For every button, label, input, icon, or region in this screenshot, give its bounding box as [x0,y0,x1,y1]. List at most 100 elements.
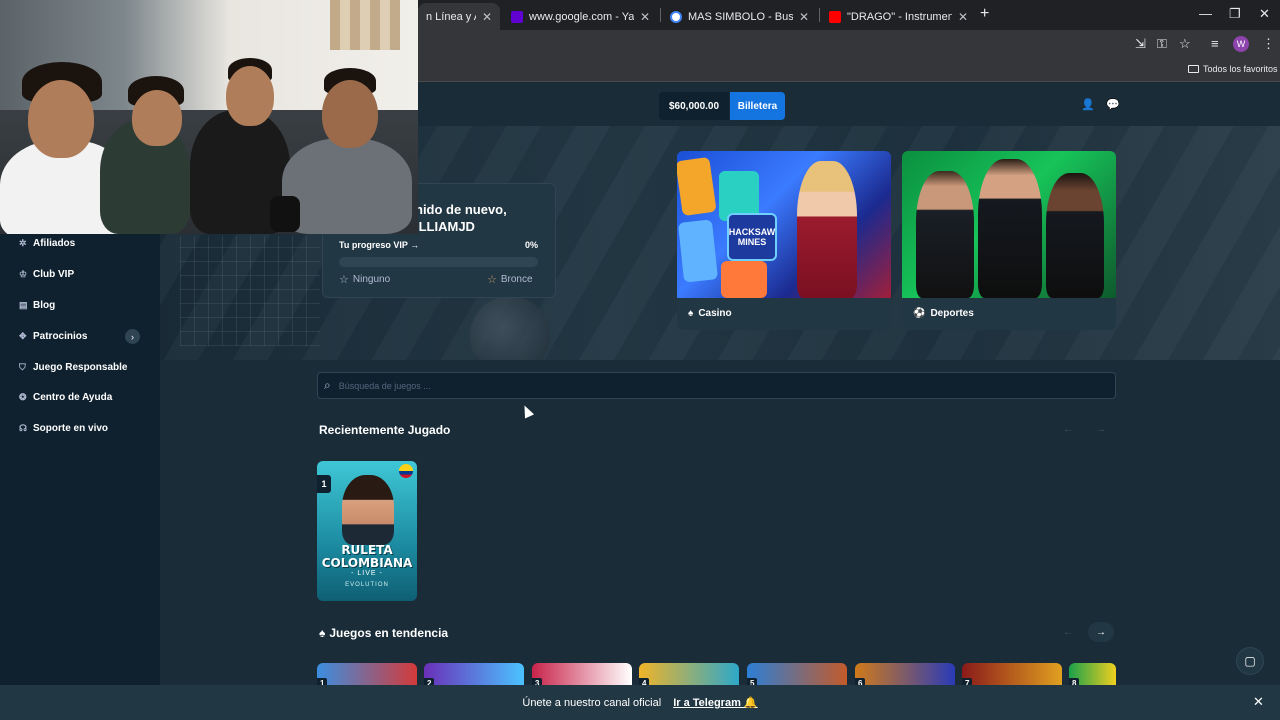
affiliate-icon: ✲ [19,238,27,248]
sponsor-icon: ✥ [19,331,27,341]
recent-game-card[interactable] [317,461,417,601]
trending-game-card[interactable] [962,663,1062,685]
vip-progress-percent: 0% [525,240,539,250]
hacksaw-mines-tile: HACKSAW MINES [727,213,777,261]
close-icon[interactable]: ✕ [640,10,650,24]
athlete-figure [978,159,1042,298]
window-close-icon[interactable]: ✕ [1259,6,1270,22]
tab-stake[interactable]: n Línea y Apues ✕ [418,3,500,30]
minimize-icon[interactable]: — [1199,6,1212,21]
webcam-overlay [0,0,418,234]
profile-avatar[interactable]: W [1233,36,1249,52]
star-bronze-icon: ☆ [487,274,497,286]
restore-icon[interactable]: ❐ [1229,6,1241,22]
casino-card-icon: ♠ [319,626,326,640]
recent-section-title: Recientemente Jugado [319,423,451,437]
mouse-cursor [519,403,535,419]
tab-yahoo[interactable]: www.google.com - Yahoo Searc ✕ [503,3,658,30]
close-icon[interactable]: ✕ [482,10,492,24]
username: ILLIAMJD [415,219,475,234]
blog-icon: ▤ [19,300,28,310]
game-title: RULETA COLOMBIANA [317,544,417,570]
sidebar-item-blog[interactable]: ▤ Blog [19,300,55,311]
telegram-banner: Únete a nuestro canal oficial Ir a Teleg… [0,685,1280,720]
folder-icon [1188,65,1199,73]
user-icon[interactable]: 👤 [1081,98,1095,111]
colombia-flag-icon [399,464,413,478]
sidebar-item-responsible-gaming[interactable]: ⛉ Juego Responsable [19,362,127,373]
tab-title: "DRAGO" - Instrumental Drill ty [847,10,952,23]
bookmark-star-icon[interactable]: ☆ [1179,36,1191,52]
password-key-icon[interactable]: ⚿ [1157,36,1167,52]
casino-art: HACKSAW MINES [677,151,891,298]
vip-next-level-label: Bronce [500,274,533,285]
sidebar-item-label: Blog [33,300,56,311]
shield-icon: ⛉ [19,362,26,372]
help-icon: ❂ [19,392,27,402]
star-outline-icon: ☆ [339,274,349,286]
search-input[interactable] [338,380,1039,391]
casino-label-text: Casino [698,308,732,319]
tab-title: n Línea y Apues [426,10,476,23]
casino-category-card[interactable]: HACKSAW MINES ♠ Casino [677,151,891,330]
trending-game-card[interactable] [317,663,417,685]
bookmarks-folder[interactable]: Todos los favoritos [1188,64,1278,74]
casino-label: ♠ Casino [688,308,732,319]
wallet-button[interactable]: Billetera [730,92,785,120]
close-icon[interactable]: ✕ [799,10,809,24]
sidebar-item-affiliates[interactable]: ✲ Afiliados [19,238,75,249]
dealer-portrait [342,475,394,545]
telegram-link[interactable]: Ir a Telegram 🔔 [673,696,757,709]
athlete-figure [1046,173,1104,298]
athlete-figure [916,171,974,298]
reading-list-icon[interactable]: ≡ [1211,36,1219,51]
tab-youtube[interactable]: "DRAGO" - Instrumental Drill ty ✕ [821,3,976,30]
welcome-line: nido de nuevo, [415,202,507,217]
webcam-face [28,80,94,158]
close-icon[interactable]: ✕ [958,10,968,24]
trending-prev-arrow[interactable]: ← [1055,622,1081,642]
trending-game-card[interactable] [424,663,524,685]
install-app-icon[interactable]: ⇲ [1135,36,1146,52]
sidebar-item-sponsorships[interactable]: ✥ Patrocinios [19,331,87,342]
sports-label-text: Deportes [930,308,974,319]
ball-icon: ⚽ [913,308,926,319]
trending-game-card[interactable] [855,663,955,685]
soccer-net-graphic [180,236,320,346]
new-tab-button[interactable]: + [980,5,989,23]
trophy-icon: ♔ [19,269,28,279]
menu-kebab-icon[interactable]: ⋮ [1262,36,1275,52]
balance-display[interactable]: $60,000.00 [659,92,730,120]
youtube-icon [829,10,841,23]
game-title-line: COLOMBIANA [321,556,413,570]
close-icon[interactable]: ✕ [1253,694,1264,710]
trending-next-arrow[interactable]: → [1088,622,1114,642]
live-chat-button[interactable]: ▢ [1236,647,1264,675]
webcam-face [132,90,182,146]
chevron-right-icon[interactable]: › [125,329,140,344]
game-tile [677,156,717,217]
vip-next-level: ☆ Bronce [487,273,533,286]
vip-progress-link[interactable]: Tu progreso VIP → [339,240,419,250]
trending-game-card[interactable] [747,663,847,685]
trending-game-card[interactable] [639,663,739,685]
tab-separator [819,8,820,22]
chat-icon[interactable]: 💬 [1106,98,1120,111]
game-search-bar[interactable]: ⌕ [317,372,1116,399]
vip-current-level-label: Ninguno [352,274,391,285]
trending-game-card[interactable] [532,663,632,685]
sidebar-item-label: Centro de Ayuda [33,392,113,403]
sidebar-item-label: Patrocinios [33,331,88,342]
casino-card-icon: ♠ [688,308,694,319]
recent-prev-arrow[interactable]: ← [1055,419,1081,439]
tab-google[interactable]: MAS SIMBOLO - Buscar con Go ✕ [662,3,817,30]
google-icon [670,10,682,23]
sidebar-item-live-support[interactable]: ☊ Soporte en vivo [19,423,108,434]
telegram-banner-text: Únete a nuestro canal oficial [522,696,662,709]
trending-section-title: ♠ Juegos en tendencia [319,626,448,640]
sports-category-card[interactable]: ⚽ Deportes [902,151,1116,330]
sidebar-item-vip-club[interactable]: ♔ Club VIP [19,269,74,280]
sidebar-item-label: Club VIP [33,269,75,280]
sidebar-item-help-center[interactable]: ❂ Centro de Ayuda [19,392,112,403]
recent-next-arrow[interactable]: → [1088,419,1114,439]
